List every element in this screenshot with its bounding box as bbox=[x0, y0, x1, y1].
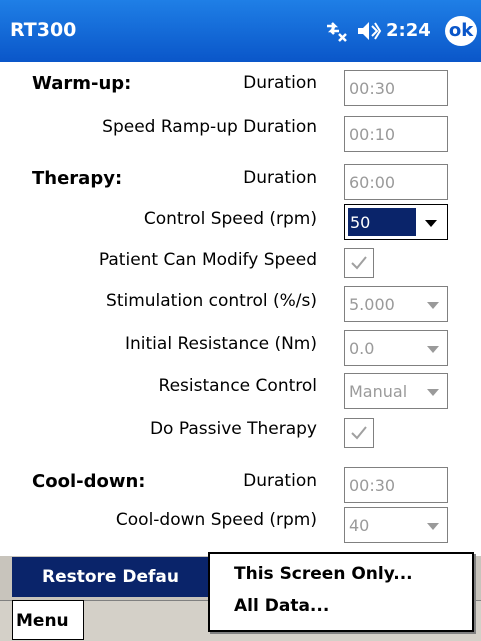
cooldown-speed-dropdown[interactable]: 40 bbox=[344, 507, 448, 543]
menu-button[interactable]: Menu bbox=[12, 600, 84, 640]
checkmark-icon bbox=[351, 426, 367, 440]
patient-modify-checkbox[interactable] bbox=[344, 248, 374, 278]
control-speed-label: Control Speed (rpm) bbox=[143, 209, 317, 229]
speed-rampup-field[interactable]: 00:10 bbox=[344, 116, 448, 152]
cooldown-speed-label: Cool-down Speed (rpm) bbox=[115, 510, 317, 530]
passive-therapy-label: Do Passive Therapy bbox=[149, 419, 317, 439]
speed-rampup-label: Speed Ramp-up Duration bbox=[102, 117, 317, 137]
chevron-down-icon[interactable] bbox=[427, 523, 439, 530]
warmup-duration-field[interactable]: 00:30 bbox=[344, 70, 448, 106]
chevron-down-icon[interactable] bbox=[427, 346, 439, 353]
therapy-heading: Therapy: bbox=[32, 168, 123, 189]
initial-resistance-label: Initial Resistance (Nm) bbox=[125, 334, 317, 354]
cooldown-speed-value: 40 bbox=[349, 516, 370, 535]
cooldown-duration-label: Duration bbox=[243, 471, 317, 491]
chevron-down-icon[interactable] bbox=[427, 302, 439, 309]
menu-item-all-data[interactable]: All Data... bbox=[234, 596, 329, 616]
therapy-duration-label: Duration bbox=[243, 168, 317, 188]
stimulation-dropdown[interactable]: 5.000 bbox=[344, 286, 448, 322]
therapy-duration-field[interactable]: 60:00 bbox=[344, 164, 448, 200]
cooldown-heading: Cool-down: bbox=[32, 471, 146, 492]
restore-defaults-button[interactable]: Restore Defau bbox=[12, 557, 208, 597]
initial-resistance-dropdown[interactable]: 0.0 bbox=[344, 330, 448, 366]
speaker-icon[interactable] bbox=[356, 19, 382, 43]
chevron-down-icon[interactable] bbox=[425, 220, 437, 227]
chevron-down-icon[interactable] bbox=[427, 389, 439, 396]
warmup-heading: Warm-up: bbox=[32, 73, 132, 94]
ok-button[interactable]: ok bbox=[445, 16, 477, 46]
menu-item-this-screen-only[interactable]: This Screen Only... bbox=[234, 564, 413, 584]
stimulation-label: Stimulation control (%/s) bbox=[106, 291, 317, 311]
signal-x-icon[interactable] bbox=[324, 18, 350, 44]
cooldown-duration-field[interactable]: 00:30 bbox=[344, 467, 448, 503]
resistance-control-label: Resistance Control bbox=[158, 376, 317, 396]
app-title: RT300 bbox=[10, 19, 77, 41]
warmup-duration-label: Duration bbox=[243, 73, 317, 93]
control-speed-dropdown[interactable]: 50 bbox=[344, 204, 448, 240]
resistance-control-value: Manual bbox=[349, 382, 408, 401]
patient-modify-label: Patient Can Modify Speed bbox=[98, 250, 317, 270]
resistance-control-dropdown[interactable]: Manual bbox=[344, 373, 448, 409]
stimulation-value: 5.000 bbox=[349, 295, 395, 314]
restore-popup-menu: This Screen Only... All Data... bbox=[208, 552, 474, 632]
clock-time[interactable]: 2:24 bbox=[386, 20, 431, 41]
passive-therapy-checkbox[interactable] bbox=[344, 418, 374, 448]
control-speed-value: 50 bbox=[348, 208, 416, 236]
checkmark-icon bbox=[351, 256, 367, 270]
initial-resistance-value: 0.0 bbox=[349, 339, 375, 358]
